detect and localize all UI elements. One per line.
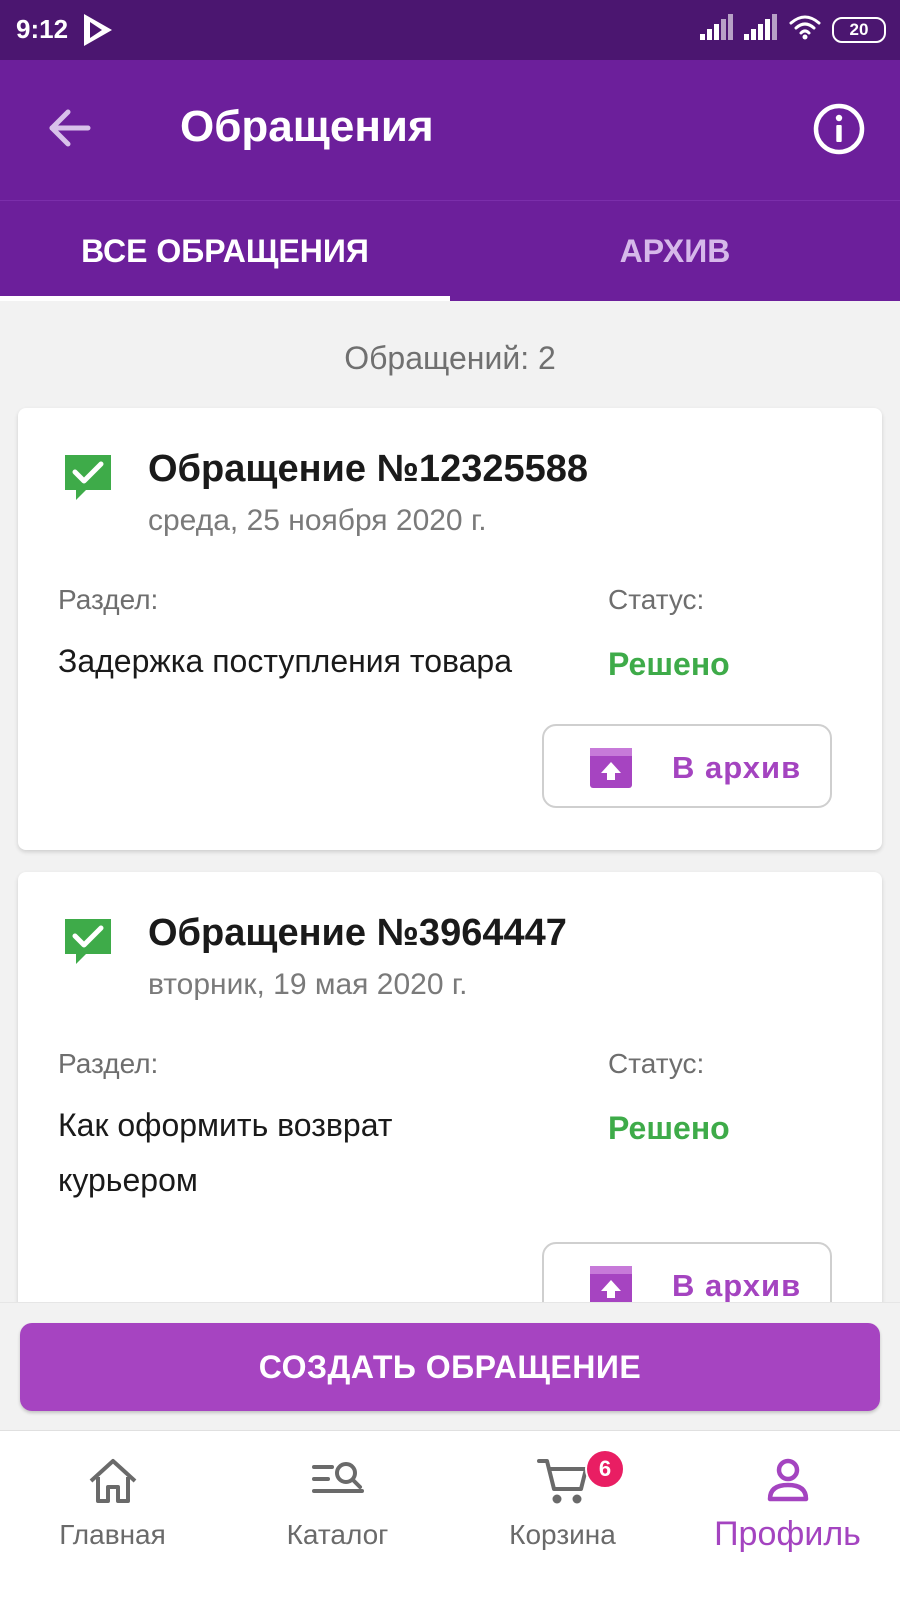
status-time: 9:12 — [16, 14, 69, 44]
create-request-area: СОЗДАТЬ ОБРАЩЕНИЕ — [0, 1302, 900, 1431]
create-request-button[interactable]: СОЗДАТЬ ОБРАЩЕНИЕ — [20, 1323, 880, 1411]
nav-label: Каталог — [286, 1519, 389, 1550]
profile-icon — [760, 1453, 816, 1509]
nav-item-home[interactable]: Главная — [0, 1431, 225, 1601]
info-button[interactable] — [812, 102, 866, 156]
ticket-card[interactable]: Обращение №12325588 среда, 25 ноября 202… — [18, 408, 882, 850]
section-label: Раздел: — [58, 1048, 159, 1079]
home-icon — [85, 1453, 141, 1509]
tab-bar: ВСЕ ОБРАЩЕНИЯ АРХИВ — [0, 200, 900, 301]
status-value: Решено — [608, 1110, 730, 1146]
wifi-icon — [788, 14, 822, 45]
info-icon — [813, 103, 865, 155]
nav-label: Корзина — [509, 1519, 616, 1550]
catalog-search-icon — [310, 1453, 366, 1509]
page-title: Обращения — [180, 102, 434, 151]
nav-item-cart[interactable]: 6 Корзина — [450, 1431, 675, 1601]
signal-icon — [700, 14, 734, 45]
cart-count-badge: 6 — [585, 1449, 625, 1489]
ticket-title: Обращение №12325588 — [148, 448, 589, 490]
archive-button[interactable]: В архив — [542, 724, 832, 808]
nav-item-catalog[interactable]: Каталог — [225, 1431, 450, 1601]
status-label: Статус: — [608, 1048, 705, 1079]
nav-label: Профиль — [714, 1515, 861, 1553]
arrow-back-icon — [49, 109, 91, 147]
nav-item-profile[interactable]: Профиль — [675, 1431, 900, 1601]
section-value: Как оформить возврат курьером — [58, 1107, 393, 1198]
bottom-nav: Главная Каталог 6 Корзина Профиль — [0, 1430, 900, 1601]
nav-label: Главная — [59, 1519, 166, 1550]
battery-icon: 20 — [832, 16, 886, 43]
archive-label: В архив — [672, 1268, 802, 1303]
ticket-card[interactable]: Обращение №3964447 вторник, 19 мая 2020 … — [18, 872, 882, 1342]
archive-label: В архив — [672, 750, 802, 785]
ticket-date: среда, 25 ноября 2020 г. — [148, 504, 487, 537]
cart-icon — [535, 1453, 591, 1509]
resolved-chat-icon — [62, 452, 114, 504]
tab-indicator — [0, 296, 450, 301]
ticket-title: Обращение №3964447 — [148, 912, 567, 954]
back-button[interactable] — [40, 98, 100, 158]
signal-icon — [744, 14, 778, 45]
app-bar: Обращения — [0, 60, 900, 200]
tab-archive[interactable]: АРХИВ — [450, 201, 900, 301]
status-bar: 9:12 20 — [0, 0, 900, 60]
status-value: Решено — [608, 646, 730, 682]
section-label: Раздел: — [58, 584, 159, 615]
status-label: Статус: — [608, 584, 705, 615]
resolved-chat-icon — [62, 916, 114, 968]
section-value: Задержка поступления товара — [58, 643, 513, 679]
play-logo-icon — [82, 12, 114, 53]
archive-icon — [588, 746, 634, 790]
ticket-date: вторник, 19 мая 2020 г. — [148, 968, 468, 1001]
requests-count: Обращений: 2 — [344, 340, 556, 376]
tab-all-requests[interactable]: ВСЕ ОБРАЩЕНИЯ — [0, 201, 450, 301]
